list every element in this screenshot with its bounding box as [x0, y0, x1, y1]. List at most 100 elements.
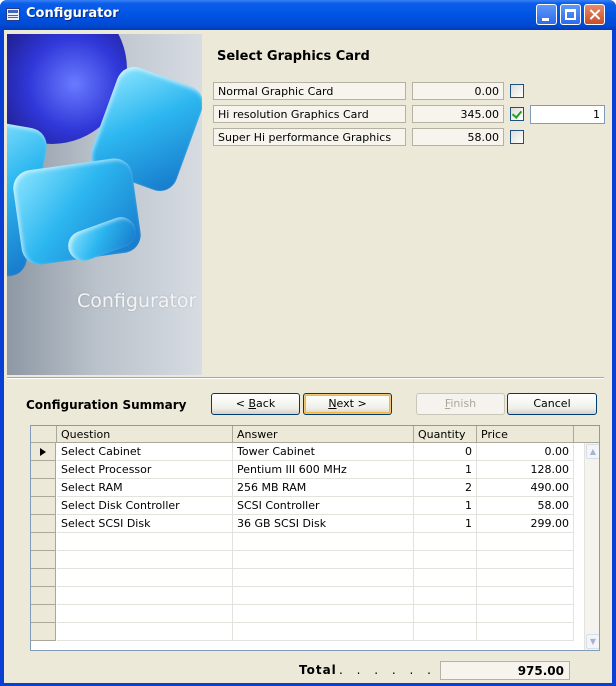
cell-answer[interactable]: [233, 551, 414, 569]
step-title: Select Graphics Card: [217, 49, 370, 64]
side-graphic-caption: Configurator: [77, 290, 197, 312]
title-bar[interactable]: Configurator: [0, 0, 616, 30]
cell-price[interactable]: 490.00: [477, 479, 574, 497]
cell-price[interactable]: [477, 605, 574, 623]
table-row[interactable]: Select Disk Controller SCSI Controller 1 58…: [31, 497, 583, 515]
close-button[interactable]: [584, 4, 605, 25]
wizard-side-graphic: Configurator: [7, 34, 202, 375]
empty-table-row[interactable]: [31, 569, 583, 587]
column-header-question[interactable]: Question: [57, 426, 233, 443]
scroll-up-arrow-icon[interactable]: ▲: [586, 444, 599, 459]
cell-answer[interactable]: [233, 533, 414, 551]
next-button[interactable]: Next >: [303, 393, 392, 415]
row-selector[interactable]: [31, 497, 56, 515]
row-selector[interactable]: [31, 533, 56, 551]
cell-quantity[interactable]: [414, 569, 477, 587]
empty-table-row[interactable]: [31, 587, 583, 605]
cell-question[interactable]: [57, 533, 233, 551]
cell-answer[interactable]: SCSI Controller: [233, 497, 414, 515]
current-row-indicator-icon[interactable]: [31, 443, 56, 461]
empty-table-row[interactable]: [31, 533, 583, 551]
column-header-price[interactable]: Price: [477, 426, 574, 443]
wizard-client-area: Configurator Select Graphics Card Normal…: [4, 30, 612, 683]
option-label: Super Hi performance Graphics: [213, 128, 406, 146]
table-row[interactable]: Select RAM 256 MB RAM 2 490.00: [31, 479, 583, 497]
cell-answer[interactable]: Pentium III 600 MHz: [233, 461, 414, 479]
cell-price[interactable]: 299.00: [477, 515, 574, 533]
cell-answer[interactable]: [233, 587, 414, 605]
option-quantity-field[interactable]: 1: [530, 105, 605, 124]
cell-answer[interactable]: 256 MB RAM: [233, 479, 414, 497]
row-selector[interactable]: [31, 461, 56, 479]
cell-answer[interactable]: 36 GB SCSI Disk: [233, 515, 414, 533]
option-checkbox[interactable]: [510, 130, 524, 144]
cell-answer[interactable]: [233, 605, 414, 623]
cell-question[interactable]: Select RAM: [57, 479, 233, 497]
row-selector[interactable]: [31, 587, 56, 605]
cell-price[interactable]: [477, 533, 574, 551]
cell-question[interactable]: Select Cabinet: [57, 443, 233, 461]
row-selector[interactable]: [31, 515, 56, 533]
cell-question[interactable]: Select SCSI Disk: [57, 515, 233, 533]
option-checkbox[interactable]: [510, 107, 524, 121]
cancel-button[interactable]: Cancel: [507, 393, 597, 415]
grid-header: Question Answer Quantity Price: [31, 426, 599, 443]
row-selector[interactable]: [31, 551, 56, 569]
cell-quantity[interactable]: [414, 551, 477, 569]
minimize-button[interactable]: [536, 4, 557, 25]
row-selector[interactable]: [31, 569, 56, 587]
cell-question[interactable]: [57, 623, 233, 641]
cell-quantity[interactable]: 1: [414, 497, 477, 515]
finish-button[interactable]: Finish: [416, 393, 505, 415]
table-row[interactable]: Select SCSI Disk 36 GB SCSI Disk 1 299.00: [31, 515, 583, 533]
configurator-window: Configurator Configurator Select Graphic…: [0, 0, 616, 686]
scroll-down-arrow-icon[interactable]: ▼: [586, 634, 599, 649]
cell-quantity[interactable]: 1: [414, 461, 477, 479]
column-header-quantity[interactable]: Quantity: [414, 426, 477, 443]
maximize-icon: [565, 9, 576, 20]
minimize-icon: [542, 18, 549, 21]
cell-question[interactable]: Select Processor: [57, 461, 233, 479]
cell-price[interactable]: [477, 587, 574, 605]
separator: [7, 377, 604, 379]
cell-question[interactable]: [57, 569, 233, 587]
row-selector[interactable]: [31, 605, 56, 623]
option-checkbox[interactable]: [510, 84, 524, 98]
window-app-icon: [6, 8, 20, 21]
row-selector[interactable]: [31, 479, 56, 497]
cell-quantity[interactable]: [414, 533, 477, 551]
option-label: Hi resolution Graphics Card: [213, 105, 406, 123]
cell-price[interactable]: [477, 551, 574, 569]
cell-price[interactable]: 0.00: [477, 443, 574, 461]
cell-answer[interactable]: Tower Cabinet: [233, 443, 414, 461]
cell-price[interactable]: 128.00: [477, 461, 574, 479]
cell-answer[interactable]: [233, 569, 414, 587]
cell-quantity[interactable]: [414, 587, 477, 605]
vertical-scrollbar[interactable]: ▲ ▼: [584, 443, 599, 650]
cell-quantity[interactable]: 2: [414, 479, 477, 497]
cell-question[interactable]: [57, 605, 233, 623]
wizard-step-panel: Select Graphics Card Normal Graphic Card…: [204, 34, 605, 375]
cell-question[interactable]: [57, 587, 233, 605]
empty-table-row[interactable]: [31, 623, 583, 641]
cell-quantity[interactable]: 0: [414, 443, 477, 461]
total-value: 975.00: [440, 661, 570, 680]
cell-answer[interactable]: [233, 623, 414, 641]
cell-question[interactable]: Select Disk Controller: [57, 497, 233, 515]
cell-question[interactable]: [57, 551, 233, 569]
cell-price[interactable]: [477, 569, 574, 587]
row-selector[interactable]: [31, 623, 56, 641]
column-header-answer[interactable]: Answer: [233, 426, 414, 443]
table-row[interactable]: Select Cabinet Tower Cabinet 0 0.00: [31, 443, 583, 461]
empty-table-row[interactable]: [31, 551, 583, 569]
back-button[interactable]: < Back: [211, 393, 300, 415]
empty-table-row[interactable]: [31, 605, 583, 623]
cell-price[interactable]: 58.00: [477, 497, 574, 515]
cell-quantity[interactable]: 1: [414, 515, 477, 533]
table-row[interactable]: Select Processor Pentium III 600 MHz 1 128.…: [31, 461, 583, 479]
maximize-button[interactable]: [560, 4, 581, 25]
row-selector-header: [31, 426, 57, 443]
cell-quantity[interactable]: [414, 605, 477, 623]
cell-price[interactable]: [477, 623, 574, 641]
cell-quantity[interactable]: [414, 623, 477, 641]
